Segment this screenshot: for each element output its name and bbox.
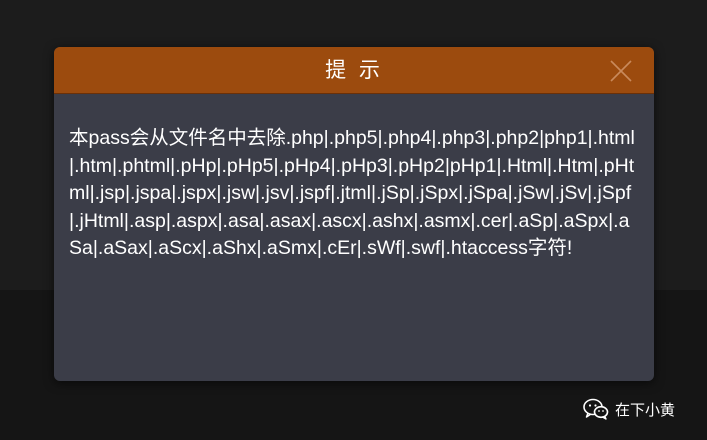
watermark-text: 在下小黄 [615,400,676,419]
wechat-icon [583,398,609,420]
close-icon [610,60,632,82]
alert-dialog: 提 示 本pass会从文件名中去除.php|.php5|.php4|.php3|… [54,47,654,381]
dialog-title: 提 示 [325,58,383,82]
dialog-header: 提 示 [54,47,654,94]
watermark: 在下小黄 [583,396,675,422]
dialog-message: 本pass会从文件名中去除.php|.php5|.php4|.php3|.php… [69,127,635,259]
close-button[interactable] [610,60,632,82]
